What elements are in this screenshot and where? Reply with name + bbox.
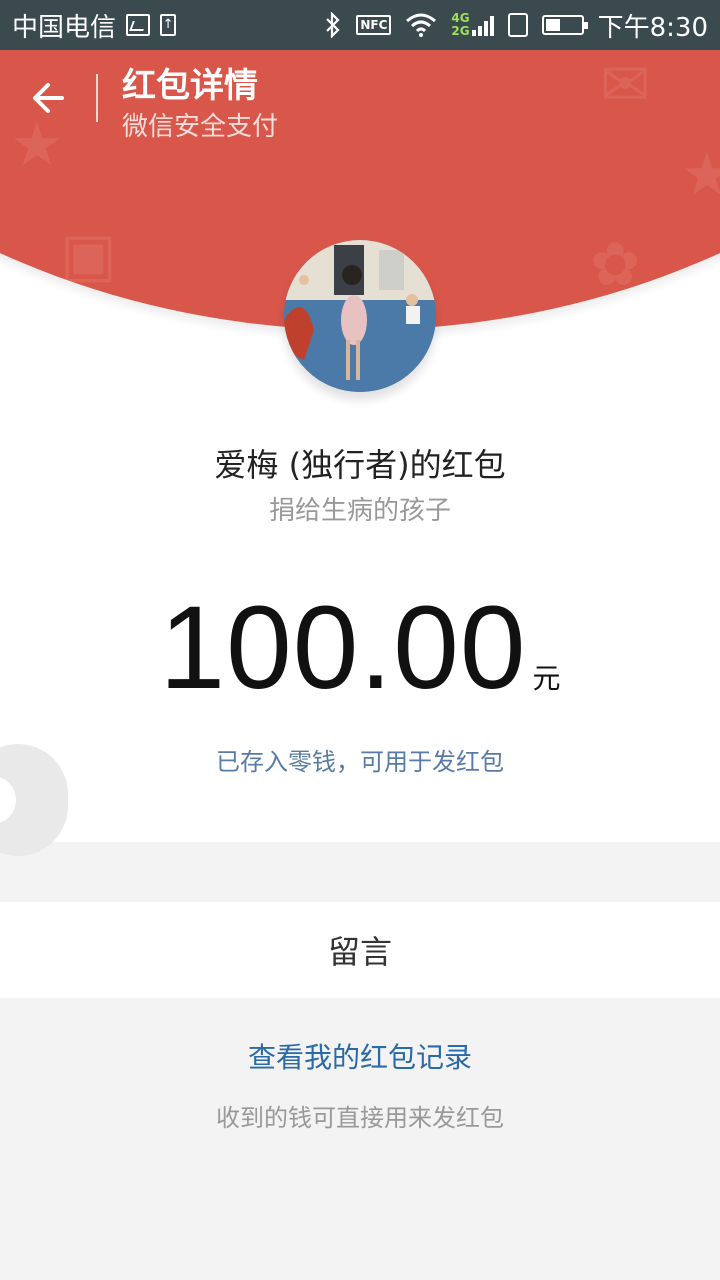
amount-unit: 元 <box>532 662 561 695</box>
page-title: 红包详情 <box>122 66 258 106</box>
page-subtitle: 微信安全支付 <box>122 112 279 142</box>
battery-icon <box>541 15 588 35</box>
bluetooth-icon <box>324 12 342 38</box>
amount-value: 100.00 <box>159 582 527 714</box>
footer-hint: 收到的钱可直接用来发红包 <box>216 1104 504 1132</box>
leave-message-label: 留言 <box>327 933 392 971</box>
gift-decoration-icon: ✉ <box>600 50 651 120</box>
back-button[interactable] <box>28 76 72 120</box>
clock-label: 下午8:30 <box>597 12 708 43</box>
back-arrow-icon <box>33 83 64 113</box>
signal-icon: 4G 2G <box>451 12 494 38</box>
avatar <box>284 240 436 392</box>
image-icon <box>126 14 151 36</box>
upload-icon: ↑ <box>160 14 177 36</box>
sim-icon <box>507 13 528 37</box>
sender-avatar[interactable] <box>280 240 440 410</box>
star-decoration-icon: ★ <box>10 110 64 180</box>
gift-decoration-icon: ▣ <box>60 220 117 290</box>
saved-to-balance-link[interactable]: 已存入零钱，可用于发红包 <box>0 742 720 777</box>
star-decoration-icon: ★ <box>680 140 720 210</box>
leave-message-button[interactable]: 留言 <box>0 902 720 998</box>
nfc-icon: NFC <box>356 15 392 35</box>
status-bar: 中国电信 ↑ NFC 4G 2G 下午8:30 <box>0 0 720 50</box>
amount-row: 100.00 元 <box>0 580 720 716</box>
gift-decoration-icon: ✿ <box>590 230 641 300</box>
view-records-link[interactable]: 查看我的红包记录 <box>0 1036 720 1076</box>
network-2g-label: 2G <box>451 24 470 38</box>
carrier-label: 中国电信 <box>12 12 117 43</box>
blessing-text: 捐给生病的孩子 <box>268 496 451 526</box>
sender-name: 爱梅 (独行者)的红包 <box>214 446 506 484</box>
header-divider <box>96 74 98 122</box>
wifi-icon <box>405 13 437 37</box>
